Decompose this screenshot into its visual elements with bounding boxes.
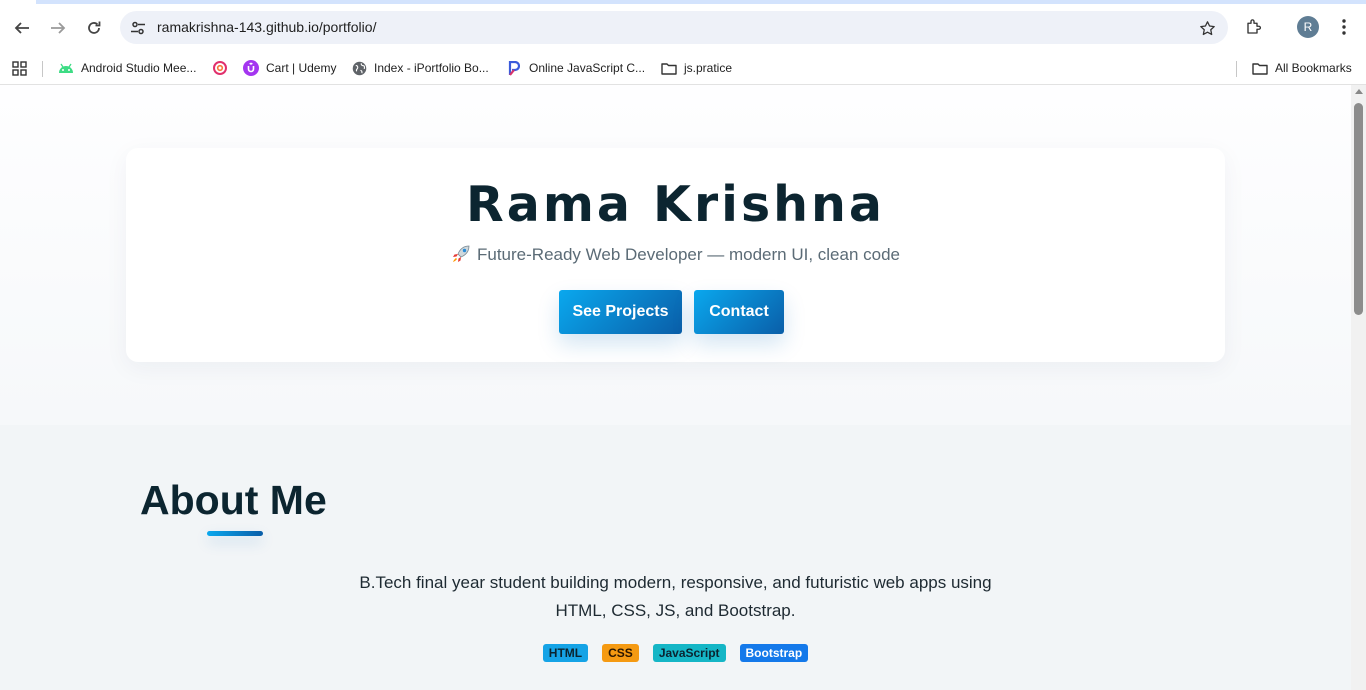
about-heading: About Me [140, 477, 327, 523]
bookmark-label: Online JavaScript C... [529, 61, 646, 75]
hero-subtitle: Future-Ready Web Developer — modern UI, … [126, 245, 1225, 265]
site-info-icon[interactable] [128, 18, 148, 38]
hero-section: Rama Krishna Future-Ready Web Developer … [0, 85, 1351, 425]
tab-strip-gap [0, 0, 36, 4]
apps-button[interactable] [11, 57, 27, 79]
extensions-icon[interactable] [1242, 15, 1266, 39]
programiz-icon [506, 60, 522, 76]
scrollbar-thumb[interactable] [1354, 103, 1363, 315]
all-bookmarks-label: All Bookmarks [1275, 61, 1352, 75]
udemy-icon [243, 60, 259, 76]
profile-avatar[interactable]: R [1297, 16, 1319, 38]
about-heading-underline [207, 531, 263, 536]
bookmark-android-studio[interactable]: Android Studio Mee... [58, 57, 196, 79]
folder-icon [661, 60, 677, 76]
bookmark-label: Android Studio Mee... [81, 61, 197, 75]
apps-grid-icon [11, 60, 27, 76]
tag-css: CSS [602, 644, 639, 662]
bookmark-udemy[interactable]: Cart | Udemy [243, 57, 336, 79]
forward-button[interactable] [44, 14, 72, 42]
bookmark-folder-js-pratice[interactable]: js.pratice [661, 57, 732, 79]
bookmark-online-javascript[interactable]: Online JavaScript C... [506, 57, 645, 79]
about-description: B.Tech final year student building moder… [359, 573, 992, 620]
bookmark-instagram[interactable] [212, 57, 228, 79]
contact-button[interactable]: Contact [694, 290, 784, 334]
reload-icon [88, 21, 101, 34]
bookmarks-bar: Android Studio Mee... Cart | Udemy Index… [0, 52, 1366, 85]
url-text[interactable]: ramakrishna-143.github.io/portfolio/ [157, 19, 376, 35]
bookmarks-divider [1236, 61, 1237, 77]
bookmark-label: js.pratice [684, 61, 733, 75]
more-menu-icon[interactable] [1334, 15, 1354, 39]
page-scrollbar[interactable] [1351, 85, 1366, 690]
bookmark-label: Cart | Udemy [266, 61, 337, 75]
arrow-right-icon [51, 22, 66, 34]
android-icon [58, 60, 74, 76]
arrow-left-icon [14, 22, 29, 34]
globe-icon [351, 60, 367, 76]
rocket-icon [453, 245, 470, 262]
skill-tags: HTML CSS JavaScript Bootstrap [0, 644, 1351, 662]
scroll-up-arrow-icon[interactable] [1355, 89, 1363, 94]
bookmark-star-icon[interactable] [1196, 17, 1218, 39]
browser-toolbar: ramakrishna-143.github.io/portfolio/ R [0, 0, 1366, 52]
back-button[interactable] [8, 14, 36, 42]
page-viewport: Rama Krishna Future-Ready Web Developer … [0, 85, 1351, 690]
bookmark-label: Index - iPortfolio Bo... [374, 61, 489, 75]
tag-javascript: JavaScript [652, 644, 726, 662]
hero-title: Rama Krishna [466, 176, 885, 233]
tag-bootstrap: Bootstrap [739, 644, 809, 662]
tab-strip-accent [0, 0, 1366, 4]
all-bookmarks-button[interactable]: All Bookmarks [1252, 57, 1352, 79]
folder-icon [1252, 60, 1268, 76]
about-section: About Me B.Tech final year student build… [0, 425, 1351, 690]
bookmarks-divider [42, 61, 43, 77]
hero-card: Rama Krishna Future-Ready Web Developer … [126, 148, 1225, 362]
tag-html: HTML [542, 644, 589, 662]
bookmark-iportfolio[interactable]: Index - iPortfolio Bo... [351, 57, 489, 79]
see-projects-button[interactable]: See Projects [559, 290, 682, 334]
instagram-like-icon [212, 60, 228, 76]
hero-subtitle-text: Future-Ready Web Developer — modern UI, … [477, 245, 900, 264]
address-bar[interactable]: ramakrishna-143.github.io/portfolio/ [120, 11, 1228, 44]
reload-button[interactable] [80, 14, 108, 42]
